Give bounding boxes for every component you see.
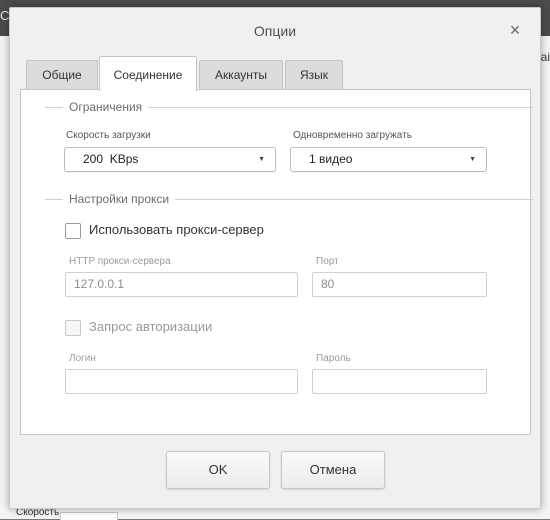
use-proxy-checkbox[interactable] bbox=[65, 223, 81, 239]
dialog-title: Опции bbox=[253, 23, 297, 39]
download-speed-label: Скорость загрузки bbox=[66, 130, 151, 141]
ok-button[interactable]: OK bbox=[166, 451, 270, 489]
tab-accounts[interactable]: Аккаунты bbox=[199, 60, 283, 90]
limits-legend: Ограничения bbox=[63, 100, 149, 114]
download-speed-value: 200 KBps bbox=[83, 152, 139, 166]
login-label: Логин bbox=[69, 353, 96, 364]
auth-label: Запрос авторизации bbox=[89, 319, 213, 334]
concurrent-downloads-select[interactable]: 1 видео ▼ bbox=[290, 147, 487, 172]
use-proxy-label: Использовать прокси-сервер bbox=[89, 222, 264, 237]
tab-general[interactable]: Общие bbox=[26, 60, 98, 90]
use-proxy-checkbox-row[interactable]: Использовать прокси-сервер bbox=[65, 222, 325, 241]
proxy-legend: Настройки прокси bbox=[63, 192, 176, 206]
port-label: Порт bbox=[316, 256, 339, 267]
http-proxy-input[interactable]: 127.0.0.1 bbox=[65, 272, 298, 297]
options-dialog: Опции × Общие Соединение Аккаунты Язык О… bbox=[9, 7, 541, 509]
chevron-down-icon: ▼ bbox=[469, 156, 476, 163]
concurrent-downloads-label: Одновременно загружать bbox=[293, 130, 412, 141]
login-input[interactable] bbox=[65, 369, 298, 394]
port-input[interactable]: 80 bbox=[312, 272, 487, 297]
tab-connection[interactable]: Соединение bbox=[99, 56, 197, 91]
cancel-button[interactable]: Отмена bbox=[281, 451, 385, 489]
auth-checkbox-row[interactable]: Запрос авторизации bbox=[65, 319, 265, 338]
download-speed-select[interactable]: 200 KBps ▼ bbox=[64, 147, 276, 172]
connection-panel: Ограничения Скорость загрузки 200 KBps ▼… bbox=[20, 89, 533, 435]
close-icon[interactable]: × bbox=[506, 21, 524, 39]
concurrent-downloads-value: 1 видео bbox=[309, 152, 353, 166]
tab-language[interactable]: Язык bbox=[285, 60, 343, 90]
chevron-down-icon: ▼ bbox=[258, 156, 265, 163]
password-label: Пароль bbox=[316, 353, 351, 364]
password-input[interactable] bbox=[312, 369, 487, 394]
auth-checkbox[interactable] bbox=[65, 320, 81, 336]
http-proxy-label: HTTP прокси-сервера bbox=[69, 256, 171, 267]
